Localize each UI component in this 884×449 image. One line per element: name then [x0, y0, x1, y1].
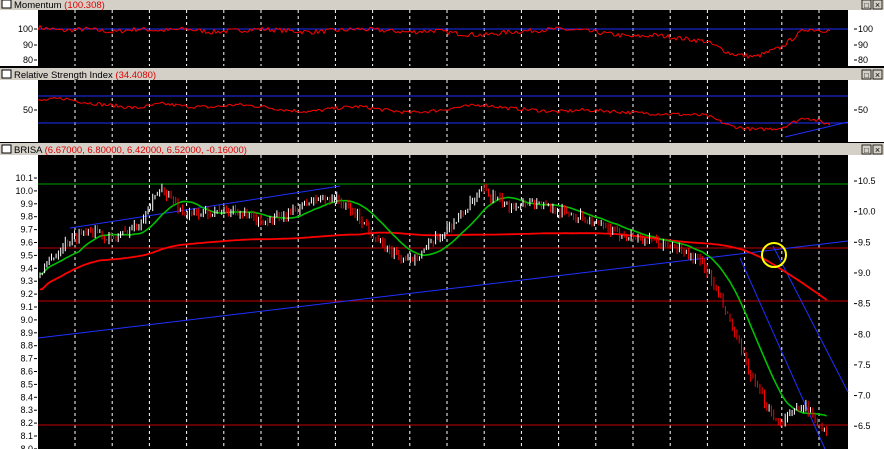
tick-label: 9.1 — [20, 302, 33, 312]
price-close-icon: × — [875, 145, 880, 155]
tick-label: 8.3 — [20, 405, 33, 415]
tick-label: 9.3 — [20, 276, 33, 286]
tick-label: 100 — [858, 24, 873, 34]
tick-label: 9.2 — [20, 289, 33, 299]
stock-chart: Momentum (100.308) Relative Strength Ind… — [0, 0, 884, 449]
tick-label: 9.9 — [20, 199, 33, 209]
tick-label: 50 — [23, 105, 33, 115]
tick-label: 9.0 — [20, 315, 33, 325]
tick-label: 8.9 — [20, 328, 33, 338]
rsi-close-icon: × — [875, 70, 880, 80]
tick-label: 50 — [858, 105, 868, 115]
tick-label: 8.4 — [20, 392, 33, 402]
svg-text:Relative Strength Index (34.40: Relative Strength Index (34.4080) — [14, 70, 156, 81]
price-value: (6.67000, 6.80000, 6.42000, 6.52000, -0.… — [45, 145, 247, 156]
tick-label: 9.5 — [858, 237, 871, 247]
rsi-title: Relative Strength Index — [14, 70, 113, 81]
momentum-title-bar — [0, 0, 884, 10]
rsi-value: (34.4080) — [115, 70, 156, 81]
tick-label: 9.8 — [20, 212, 33, 222]
tick-label: 10.0 — [858, 207, 876, 217]
tick-label: 10.0 — [15, 186, 33, 196]
tick-label: 9.6 — [20, 238, 33, 248]
tick-label: 8.0 — [20, 444, 33, 449]
tick-label: 9.5 — [20, 250, 33, 260]
tick-label: 80 — [858, 55, 868, 65]
tick-label: 8.0 — [858, 329, 871, 339]
tick-label: 9.4 — [20, 263, 33, 273]
tick-label: 7.5 — [858, 360, 871, 370]
tick-label: 8.5 — [20, 379, 33, 389]
tick-label: 90 — [858, 40, 868, 50]
tick-label: 9.0 — [858, 268, 871, 278]
tick-label: 7.0 — [858, 391, 871, 401]
tick-label: 10.5 — [858, 176, 876, 186]
price-title: BRISA — [14, 145, 43, 156]
momentum-checkbox[interactable] — [1, 0, 12, 9]
tick-label: 9.7 — [20, 225, 33, 235]
tick-label: 8.5 — [858, 299, 871, 309]
tick-label: 6.5 — [858, 421, 871, 431]
tick-label: 80 — [23, 55, 33, 65]
tick-label: 8.7 — [20, 354, 33, 364]
tick-label: 8.6 — [20, 367, 33, 377]
momentum-value: (100.308) — [64, 0, 105, 11]
svg-text:BRISA (6.67000, 6.80000, 6.420: BRISA (6.67000, 6.80000, 6.42000, 6.5200… — [14, 145, 247, 156]
momentum-maximize-icon: □ — [864, 1, 869, 10]
tick-label: 10.1 — [15, 173, 33, 183]
tick-label: 8.8 — [20, 341, 33, 351]
momentum-close-icon: × — [875, 0, 880, 10]
rsi-maximize-icon: □ — [864, 71, 869, 80]
svg-text:Momentum (100.308): Momentum (100.308) — [14, 0, 105, 11]
price-maximize-icon: □ — [864, 146, 869, 155]
tick-label: 8.1 — [20, 431, 33, 441]
tick-label: 8.2 — [20, 418, 33, 428]
tick-label: 100 — [18, 24, 33, 34]
price-checkbox[interactable] — [1, 144, 12, 154]
momentum-title: Momentum — [14, 0, 62, 11]
tick-label: 90 — [23, 40, 33, 50]
rsi-checkbox[interactable] — [1, 69, 12, 79]
